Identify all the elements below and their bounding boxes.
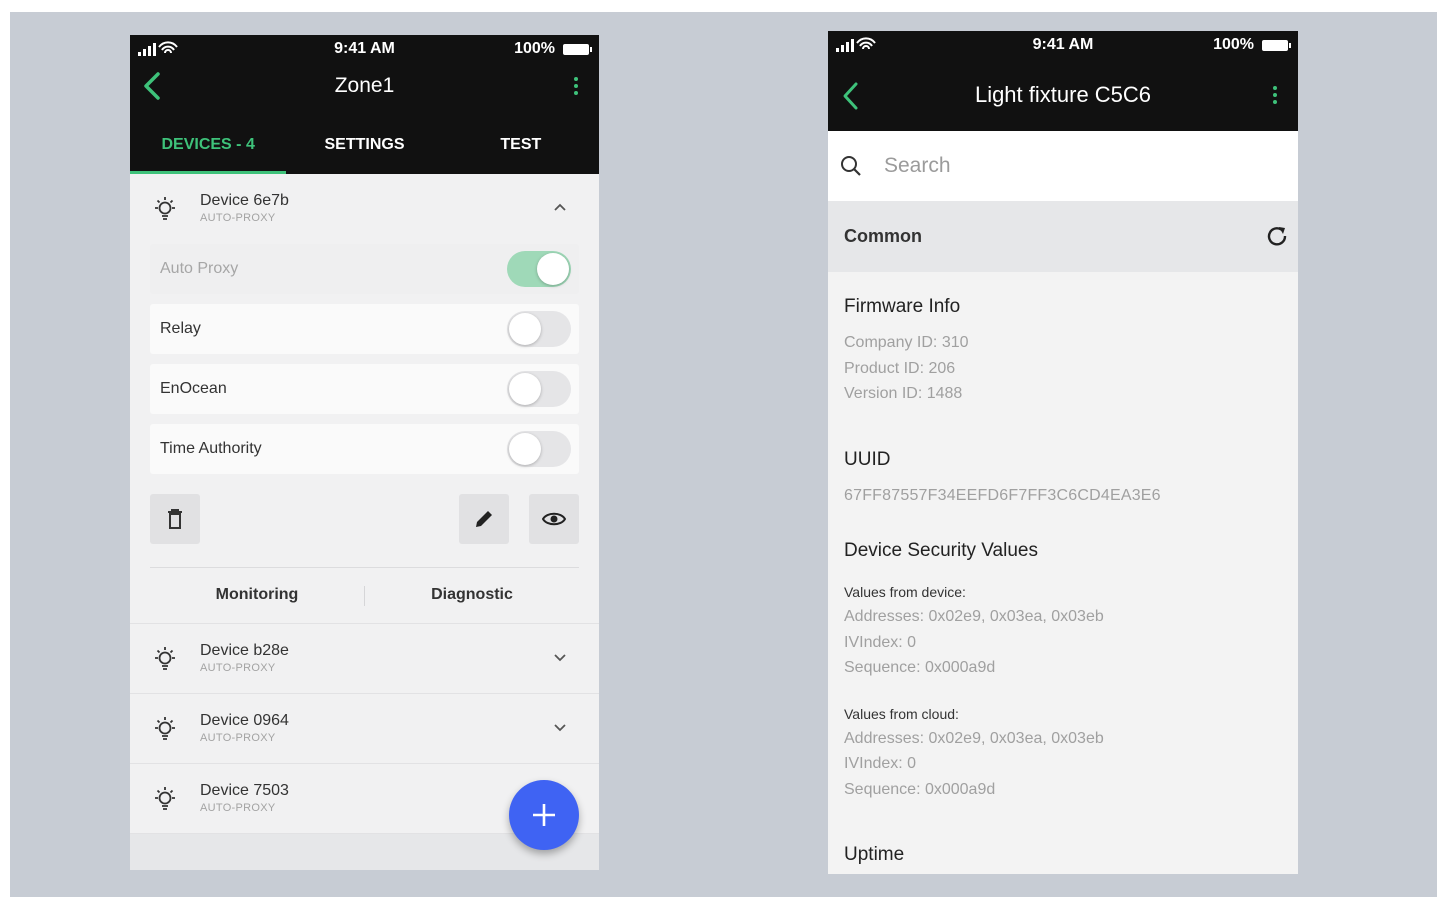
- kebab-menu-icon[interactable]: [573, 77, 579, 98]
- cloud-sequence: Sequence: 0x000a9d: [844, 781, 996, 798]
- device-row-expanded: Device 6e7b AUTO-PROXY Auto Proxy Relay …: [130, 174, 599, 624]
- device-name: Device 7503: [200, 782, 289, 799]
- bulb-icon: [155, 787, 175, 810]
- relay-switch[interactable]: [507, 311, 571, 347]
- toggle-row-auto-proxy: Auto Proxy: [150, 244, 579, 294]
- chevron-down-icon[interactable]: [553, 650, 567, 664]
- view-button[interactable]: [529, 494, 579, 544]
- toggle-row-time-authority: Time Authority: [150, 424, 579, 474]
- pencil-icon: [476, 511, 492, 527]
- edit-button[interactable]: [459, 494, 509, 544]
- bulb-icon: [155, 717, 175, 740]
- subtab-monitoring[interactable]: Monitoring: [150, 568, 364, 624]
- toggle-label: Auto Proxy: [160, 260, 239, 277]
- device-ivindex: IVIndex: 0: [844, 634, 917, 651]
- auto-proxy-switch[interactable]: [507, 251, 571, 287]
- enocean-switch[interactable]: [507, 371, 571, 407]
- toggle-label: Time Authority: [160, 440, 262, 457]
- device-row[interactable]: Device 0964 AUTO-PROXY: [130, 694, 599, 764]
- uptime-heading: Uptime: [844, 844, 905, 865]
- toggle-label: EnOcean: [160, 380, 227, 397]
- refresh-icon[interactable]: [1266, 225, 1288, 247]
- values-from-device-label: Values from device:: [844, 584, 966, 600]
- device-subtitle: AUTO-PROXY: [200, 802, 276, 814]
- version-id: Version ID: 1488: [844, 385, 963, 402]
- status-bar: 9:41 AM 100%: [130, 35, 599, 63]
- device-addresses: Addresses: 0x02e9, 0x03ea, 0x03eb: [844, 608, 1104, 625]
- section-title: Common: [844, 226, 922, 246]
- tab-test[interactable]: TEST: [443, 132, 599, 174]
- company-id: Company ID: 310: [844, 334, 969, 351]
- device-name: Device 0964: [200, 712, 289, 729]
- cloud-ivindex: IVIndex: 0: [844, 755, 917, 772]
- page-title: Light fixture C5C6: [974, 82, 1152, 107]
- subtab-bar: Monitoring Diagnostic: [150, 567, 579, 624]
- page-title: Zone1: [334, 74, 395, 97]
- app-header: 9:41 AM 100% Zone1 DEVICES - 4 SETTINGS …: [130, 35, 599, 174]
- eye-icon: [542, 512, 566, 526]
- kebab-menu-icon[interactable]: [1272, 86, 1278, 107]
- battery-icon: [1262, 40, 1291, 51]
- device-subtitle: AUTO-PROXY: [200, 732, 276, 744]
- device-detail-screen: 9:41 AM 100% Light fixture C5C6 Search C…: [828, 31, 1298, 874]
- subtab-diagnostic[interactable]: Diagnostic: [365, 568, 579, 624]
- search-input[interactable]: Search: [884, 154, 951, 178]
- delete-button[interactable]: [150, 494, 200, 544]
- battery-percent: 100%: [1213, 36, 1254, 53]
- trash-icon: [168, 509, 182, 529]
- bulb-icon: [155, 647, 175, 670]
- device-subtitle: AUTO-PROXY: [200, 212, 276, 224]
- toggle-row-relay: Relay: [150, 304, 579, 354]
- tab-bar: DEVICES - 4 SETTINGS TEST: [130, 132, 599, 174]
- toggle-label: Relay: [160, 320, 201, 337]
- plus-icon: [533, 804, 555, 826]
- add-device-button[interactable]: [509, 780, 579, 850]
- chevron-up-icon[interactable]: [553, 200, 567, 214]
- search-bar[interactable]: Search: [828, 131, 1298, 201]
- zone-devices-screen: 9:41 AM 100% Zone1 DEVICES - 4 SETTINGS …: [130, 35, 599, 870]
- section-header-common: Common: [828, 201, 1298, 272]
- device-row[interactable]: Device b28e AUTO-PROXY: [130, 624, 599, 694]
- values-from-cloud-label: Values from cloud:: [844, 706, 959, 722]
- uuid-heading: UUID: [844, 449, 891, 470]
- cloud-addresses: Addresses: 0x02e9, 0x03ea, 0x03eb: [844, 730, 1104, 747]
- uuid-value: 67FF87557F34EEFD6F7FF3C6CD4EA3E6: [844, 487, 1161, 504]
- status-bar: 9:41 AM 100%: [828, 31, 1298, 59]
- toggle-row-enocean: EnOcean: [150, 364, 579, 414]
- device-sequence: Sequence: 0x000a9d: [844, 659, 996, 676]
- battery-icon: [563, 44, 592, 55]
- search-icon: [841, 156, 861, 176]
- chevron-down-icon[interactable]: [553, 720, 567, 734]
- device-name[interactable]: Device 6e7b: [200, 192, 289, 210]
- security-heading: Device Security Values: [844, 540, 1038, 561]
- battery-percent: 100%: [514, 40, 555, 57]
- tab-settings[interactable]: SETTINGS: [286, 132, 442, 174]
- app-header: 9:41 AM 100% Light fixture C5C6: [828, 31, 1298, 131]
- device-subtitle: AUTO-PROXY: [200, 662, 276, 674]
- device-list: Device 6e7b AUTO-PROXY Auto Proxy Relay …: [130, 174, 599, 834]
- bulb-icon: [155, 197, 175, 220]
- device-name: Device b28e: [200, 642, 289, 659]
- time-authority-switch[interactable]: [507, 431, 571, 467]
- product-id: Product ID: 206: [844, 360, 956, 377]
- tab-devices[interactable]: DEVICES - 4: [130, 132, 287, 174]
- firmware-heading: Firmware Info: [844, 296, 961, 317]
